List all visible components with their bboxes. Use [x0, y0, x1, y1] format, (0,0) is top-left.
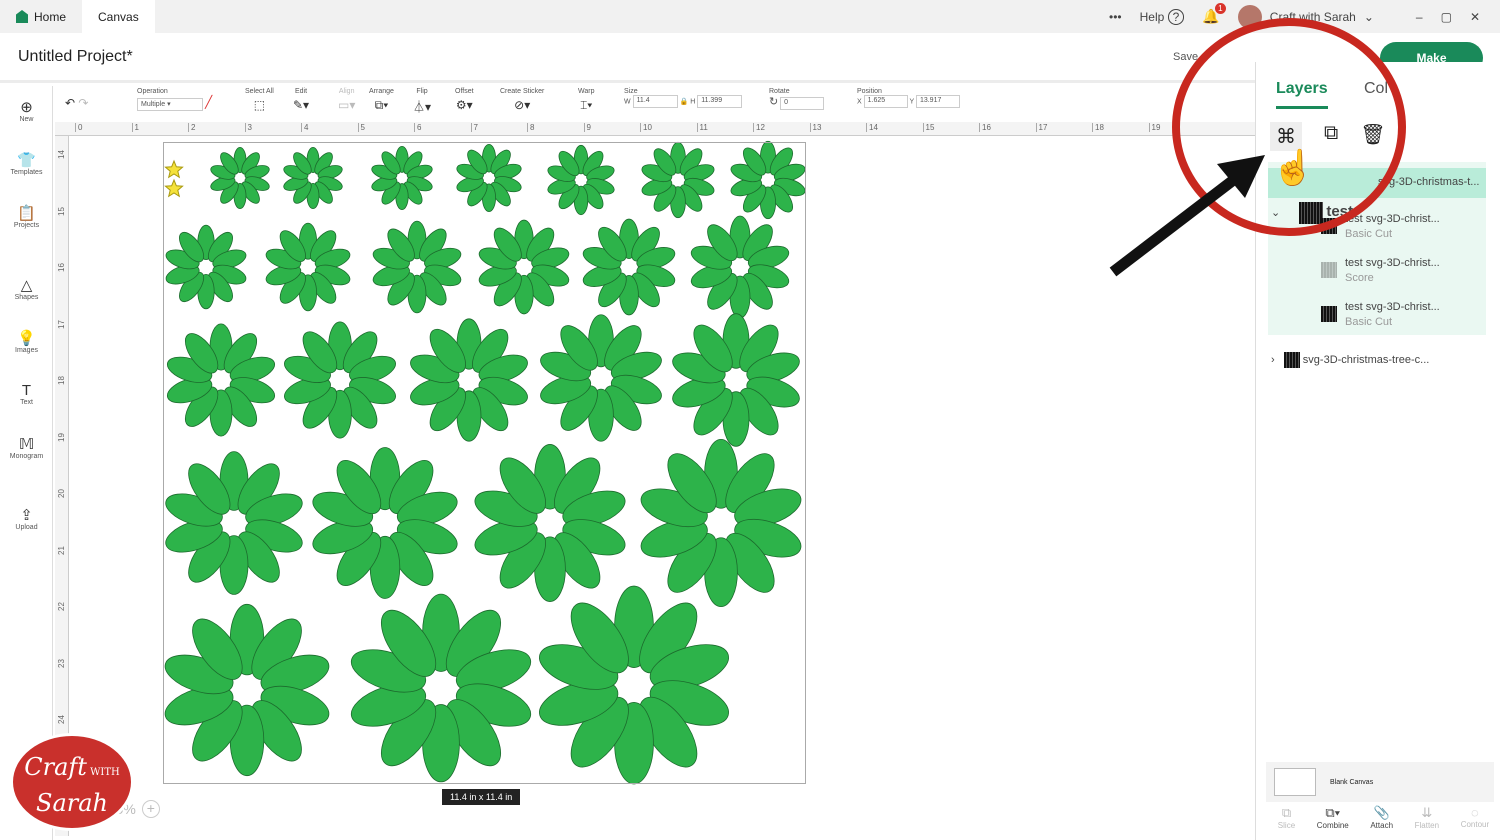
- action-label: Attach: [1370, 821, 1394, 830]
- blank-canvas-row[interactable]: Blank Canvas: [1266, 762, 1494, 802]
- contour-button: ◌ Contour: [1461, 805, 1489, 830]
- user-name: Craft with Sarah: [1269, 9, 1356, 24]
- close-button[interactable]: ✕: [1470, 10, 1480, 24]
- contour-icon: ◌: [1471, 805, 1479, 820]
- layer-name: svg-3D-christmas-t...: [1378, 176, 1480, 188]
- layer-name: test svg-3D-christ...: [1345, 301, 1440, 313]
- user-menu[interactable]: Craft with Sarah ⌄: [1237, 4, 1374, 29]
- layer-operation: Basic Cut: [1345, 228, 1393, 240]
- tab-color-sync[interactable]: Col: [1364, 80, 1388, 98]
- canvas-thumb: [1274, 768, 1316, 796]
- layer-name: test svg-3D-christ...: [1345, 257, 1440, 269]
- layer-thumb: [1321, 218, 1337, 234]
- flatten-icon: ⇊: [1421, 805, 1433, 820]
- flatten-button: ⇊ Flatten: [1415, 805, 1439, 830]
- layer-actions: ⌘ ⧉ 🗑: [1270, 122, 1386, 151]
- group-icon[interactable]: ⌘: [1270, 122, 1302, 151]
- attach-icon: 📎: [1373, 805, 1390, 820]
- action-label: Combine: [1316, 821, 1349, 830]
- zoom-in-button[interactable]: +: [141, 800, 160, 818]
- layer-action-bar: ⧉ Slice ⧉▾ Combine 📎 Attach ⇊ Flatten ◌ Contour: [1267, 805, 1500, 830]
- action-label: Contour: [1460, 820, 1490, 829]
- layer-thumb: [1283, 352, 1300, 368]
- layer-item[interactable]: test svg-3D-christ... Basic Cut: [1271, 212, 1486, 242]
- layer-name: svg-3D-christmas-tree-c...: [1302, 353, 1430, 366]
- chevron-down-icon: ⌄: [1363, 9, 1374, 24]
- duplicate-icon[interactable]: ⧉: [1324, 122, 1338, 151]
- minimize-button[interactable]: –: [1416, 10, 1423, 24]
- combine-button[interactable]: ⧉▾ Combine: [1317, 805, 1349, 830]
- maximize-button[interactable]: ▢: [1441, 10, 1452, 24]
- blank-canvas-label: Blank Canvas: [1330, 778, 1374, 786]
- hand-cursor-icon: ☝: [1272, 149, 1315, 187]
- layer-item[interactable]: test svg-3D-christ... Score: [1271, 256, 1486, 286]
- slice-icon: ⧉: [1281, 805, 1292, 820]
- delete-icon[interactable]: 🗑: [1360, 122, 1385, 151]
- layer-operation: Score: [1345, 272, 1374, 284]
- combine-icon: ⧉▾: [1325, 805, 1341, 820]
- selection-box[interactable]: [163, 142, 806, 784]
- action-label: Flatten: [1414, 821, 1440, 830]
- attach-button[interactable]: 📎 Attach: [1370, 805, 1393, 830]
- chevron-right-icon[interactable]: ›: [1271, 354, 1275, 366]
- layer-thumb: [1321, 262, 1337, 278]
- layer-name: test svg-3D-christ...: [1345, 213, 1440, 225]
- layer-item[interactable]: › svg-3D-christmas-tree-c...: [1271, 352, 1486, 368]
- layer-operation: Basic Cut: [1345, 316, 1393, 328]
- dimensions-label: 11.4 in x 11.4 in: [442, 789, 521, 805]
- arrow-annotation: [1109, 155, 1265, 277]
- logo: Craft WITH Sarah: [10, 733, 134, 831]
- layer-item[interactable]: test svg-3D-christ... Basic Cut: [1271, 300, 1486, 330]
- layer-thumb: [1321, 306, 1337, 322]
- tab-layers[interactable]: Layers: [1276, 80, 1328, 109]
- action-label: Slice: [1277, 821, 1296, 830]
- slice-button: ⧉ Slice: [1278, 805, 1295, 830]
